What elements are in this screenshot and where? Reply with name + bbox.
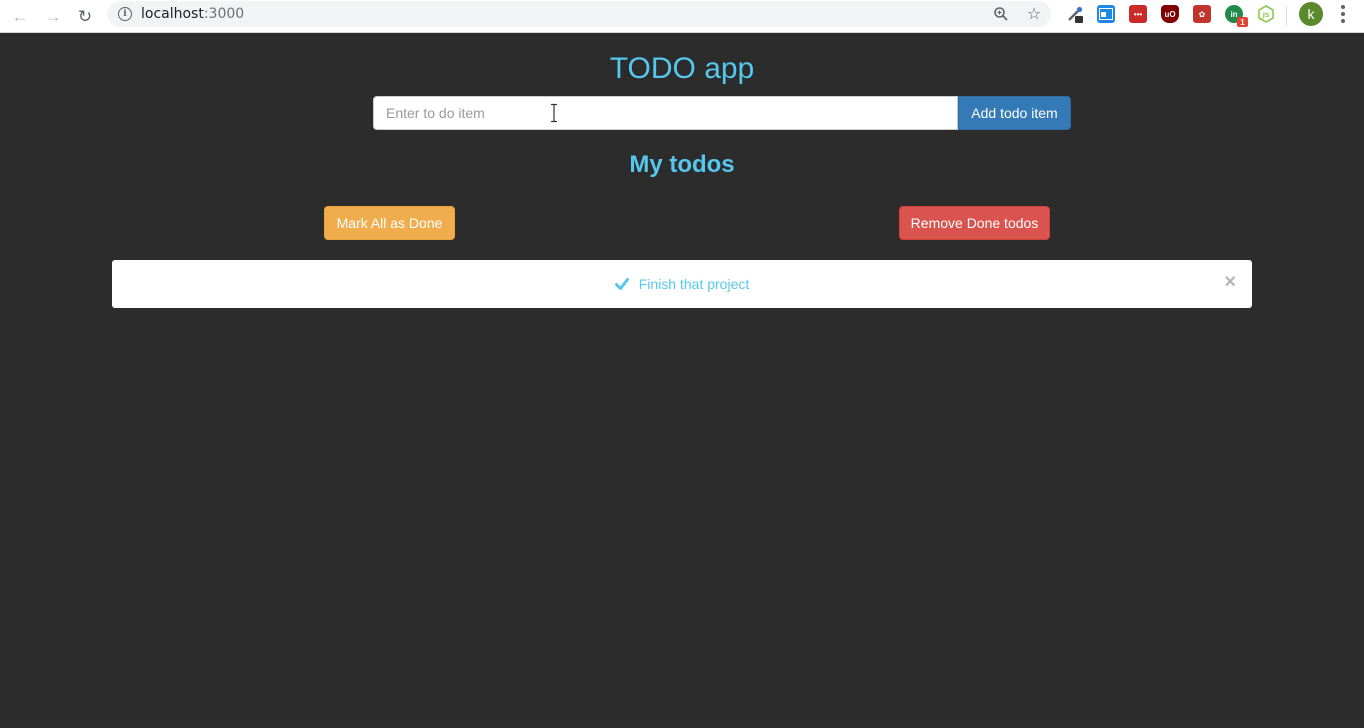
ublock-extension-icon[interactable]: uO (1161, 5, 1179, 23)
todo-input[interactable] (373, 96, 958, 130)
reload-icon[interactable]: ↻ (73, 4, 97, 28)
todo-item[interactable]: Finish that project (112, 260, 1252, 308)
text-cursor-icon (551, 103, 557, 123)
profile-avatar[interactable]: k (1299, 2, 1323, 26)
close-icon[interactable]: × (1224, 272, 1236, 292)
password-extension-icon[interactable]: ••• (1129, 5, 1147, 23)
forward-arrow-icon[interactable]: → (41, 4, 65, 28)
todo-app: TODO app Add todo item My todos Mark All… (0, 33, 1364, 725)
mark-all-done-button[interactable]: Mark All as Done (324, 206, 455, 240)
svg-text:JS: JS (1262, 12, 1270, 19)
tracker-extension-icon[interactable]: in 1 (1225, 5, 1248, 27)
check-icon[interactable] (614, 277, 629, 291)
browser-menu-icon[interactable] (1334, 3, 1352, 25)
zoom-icon[interactable] (991, 4, 1011, 24)
todo-list: Finish that project × (112, 260, 1252, 308)
url-port: :3000 (203, 6, 245, 22)
info-icon[interactable]: i (118, 7, 132, 21)
toolbar-divider (1286, 6, 1287, 26)
gift-extension-icon[interactable]: ✿ (1193, 5, 1211, 23)
eyedropper-extension-icon[interactable] (1066, 5, 1084, 23)
back-arrow-icon[interactable]: ← (8, 4, 32, 28)
page-title: TODO app (609, 52, 755, 85)
address-bar[interactable]: i localhost:3000 ☆ (107, 1, 1051, 27)
add-todo-button[interactable]: Add todo item (958, 96, 1071, 130)
extension-badge: 1 (1237, 17, 1248, 27)
nodejs-extension-icon[interactable]: JS (1257, 5, 1275, 23)
url-text[interactable]: localhost:3000 (141, 6, 244, 22)
remove-done-button[interactable]: Remove Done todos (899, 206, 1050, 240)
browser-toolbar: ← → ↻ i localhost:3000 ☆ ••• uO ✿ in 1 J… (0, 0, 1364, 33)
list-title: My todos (629, 151, 735, 178)
star-icon[interactable]: ☆ (1024, 4, 1044, 24)
window-extension-icon[interactable] (1097, 5, 1115, 23)
url-host: localhost (141, 6, 204, 22)
todo-text: Finish that project (638, 276, 750, 292)
